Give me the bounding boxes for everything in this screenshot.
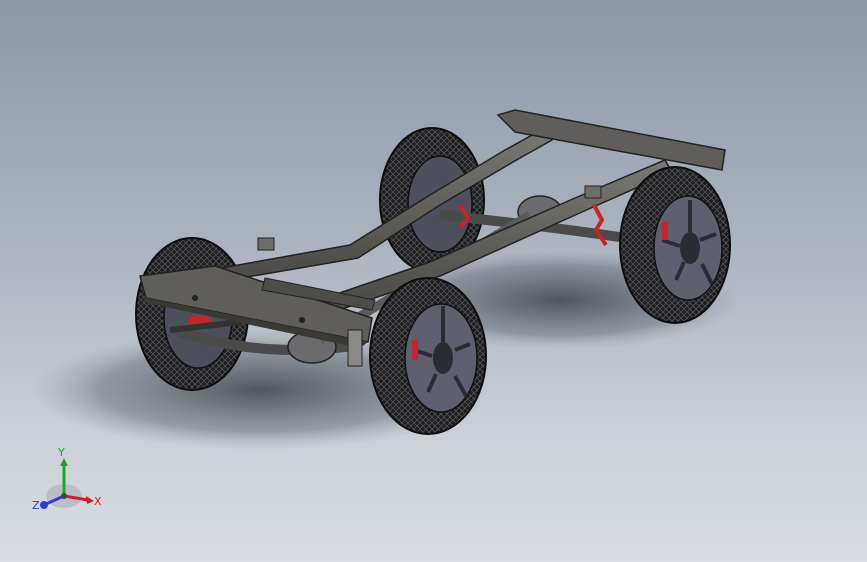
graphics-viewport[interactable]: Y X Z	[0, 0, 867, 562]
z-axis-arrow-icon	[40, 501, 48, 509]
wheel-rear-right	[619, 166, 731, 324]
chassis-3d-model[interactable]	[0, 0, 867, 562]
x-axis-label: X	[94, 495, 102, 508]
z-axis-label: Z	[32, 499, 40, 512]
y-axis-arrow-icon	[60, 458, 68, 466]
y-axis-label: Y	[57, 446, 65, 459]
x-axis-arrow-icon	[86, 496, 94, 504]
coordinate-triad: Y X Z	[32, 446, 102, 512]
